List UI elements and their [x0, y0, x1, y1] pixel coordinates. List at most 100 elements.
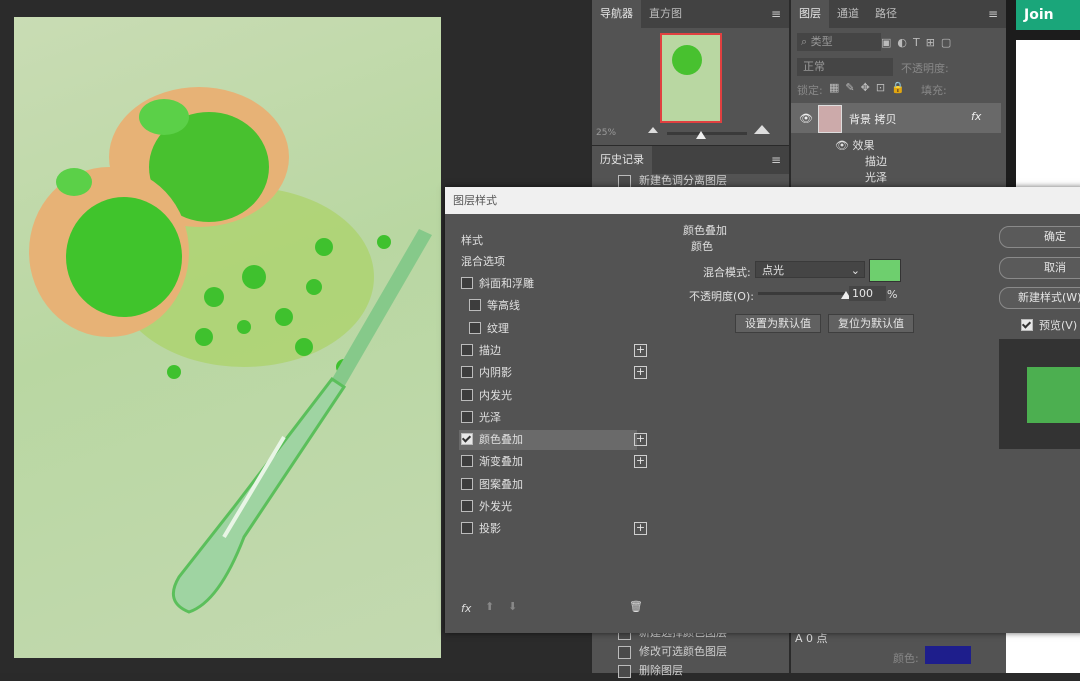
style-item[interactable]: 投影 +	[459, 519, 647, 539]
opacity-unit: %	[887, 288, 898, 301]
style-item[interactable]: 光泽	[459, 408, 637, 428]
tab-histogram[interactable]: 直方图	[641, 0, 690, 28]
browser-content	[1016, 40, 1080, 190]
fx-badge[interactable]: fx	[971, 110, 981, 123]
layer-filter[interactable]: ⌕ 类型	[797, 33, 881, 51]
tab-layers[interactable]: 图层	[791, 0, 829, 28]
opacity-input[interactable]: 100	[849, 286, 886, 301]
style-item[interactable]: 颜色叠加 +	[459, 430, 647, 451]
style-checkbox[interactable]	[461, 477, 473, 490]
style-checkbox[interactable]	[461, 433, 473, 446]
history-item[interactable]: 删除图层	[592, 661, 792, 681]
move-down-icon[interactable]: ⬇	[508, 600, 517, 613]
eye-icon[interactable]: 👁	[799, 112, 813, 125]
tab-history[interactable]: 历史记录	[592, 146, 652, 174]
document-icon	[618, 664, 631, 678]
history-menu-icon[interactable]: ≡	[771, 153, 781, 167]
style-item[interactable]: 图案叠加	[459, 475, 637, 495]
layer-thumbnail	[818, 105, 842, 133]
reset-default-button[interactable]: 复位为默认值	[828, 314, 914, 333]
layer-name[interactable]: 背景 拷贝	[849, 111, 897, 127]
style-checkbox[interactable]	[461, 388, 473, 401]
section-subtitle: 颜色	[691, 240, 713, 253]
panel-menu-icon[interactable]: ≡	[771, 7, 781, 21]
layer-effect-stroke[interactable]: 描边	[865, 153, 887, 169]
styles-header[interactable]: 样式	[461, 232, 483, 248]
style-checkbox[interactable]	[469, 299, 481, 312]
style-checkbox[interactable]	[461, 410, 473, 423]
layers-menu-icon[interactable]: ≡	[988, 7, 998, 21]
add-effect-icon[interactable]: +	[634, 433, 647, 447]
text-color-swatch[interactable]	[925, 646, 971, 664]
blend-mode-select[interactable]: 正常	[797, 58, 893, 76]
layer-effects-row[interactable]: 👁 效果	[835, 137, 874, 153]
style-label: 外发光	[479, 500, 512, 513]
set-default-button[interactable]: 设置为默认值	[735, 314, 821, 333]
zoom-out-icon[interactable]	[648, 127, 658, 133]
new-style-button[interactable]: 新建样式(W)...	[999, 287, 1080, 309]
tab-channels[interactable]: 通道	[829, 0, 867, 28]
document-icon	[618, 645, 631, 659]
style-item[interactable]: 等高线	[459, 296, 637, 316]
fx-menu-button[interactable]: fx	[461, 602, 471, 615]
zoom-in-icon[interactable]	[754, 125, 770, 134]
photo-image	[14, 17, 441, 658]
style-checkbox[interactable]	[461, 455, 473, 468]
add-effect-icon[interactable]: +	[634, 343, 647, 357]
style-label: 斜面和浮雕	[479, 277, 534, 290]
dialog-title: 图层样式	[445, 187, 1080, 214]
style-item[interactable]: 纹理	[459, 319, 637, 339]
zoom-slider-thumb[interactable]	[696, 131, 706, 139]
overlay-blend-select[interactable]: 点光 ⌄	[755, 261, 865, 278]
ok-button[interactable]: 确定	[999, 226, 1080, 248]
section-title: 颜色叠加	[683, 224, 727, 237]
move-up-icon[interactable]: ⬆	[485, 600, 494, 613]
style-item[interactable]: 内发光	[459, 386, 637, 406]
tab-paths[interactable]: 路径	[867, 0, 905, 28]
lock-icons[interactable]: ▦✎✥⊡🔒	[829, 81, 911, 94]
zoom-slider[interactable]	[667, 132, 747, 135]
style-preview-swatch	[1027, 367, 1080, 423]
navigator-panel: 导航器 直方图 ≡ 25%	[592, 0, 789, 145]
preview-checkbox[interactable]: 预览(V)	[1021, 317, 1077, 333]
style-checkbox[interactable]	[469, 321, 481, 334]
history-item[interactable]: 修改可选颜色图层	[592, 642, 792, 662]
layer-filter-icons[interactable]: ▣◐T⊞▢	[881, 36, 957, 49]
blending-options-item[interactable]: 混合选项	[461, 253, 505, 269]
join-button[interactable]: Join	[1016, 0, 1080, 30]
style-checkbox[interactable]	[461, 343, 473, 356]
opacity-label: 不透明度(O):	[689, 290, 754, 303]
style-label: 描边	[479, 343, 501, 357]
opacity-slider[interactable]	[758, 291, 851, 299]
add-effect-icon[interactable]: +	[634, 522, 647, 536]
fill-label: 填充:	[921, 84, 947, 97]
style-item[interactable]: 外发光	[459, 497, 637, 517]
style-item[interactable]: 描边 +	[459, 341, 647, 361]
style-label: 投影	[479, 522, 501, 536]
add-effect-icon[interactable]: +	[634, 455, 647, 469]
style-label: 等高线	[487, 299, 520, 313]
style-checkbox[interactable]	[461, 500, 473, 512]
trash-icon[interactable]: 🗑	[629, 600, 643, 613]
preview-check-icon	[1021, 319, 1033, 331]
tab-navigator[interactable]: 导航器	[592, 0, 641, 28]
styles-list: 样式 混合选项 斜面和浮雕等高线纹理描边 + 内阴影 + 内发光 光泽 颜色叠加 + 渐变叠加 +…	[453, 224, 647, 630]
style-checkbox[interactable]	[461, 522, 473, 535]
style-item[interactable]: 渐变叠加 +	[459, 452, 647, 472]
style-label: 内阴影	[479, 366, 512, 380]
style-item[interactable]: 斜面和浮雕	[459, 274, 637, 294]
style-item[interactable]: 内阴影 +	[459, 363, 647, 383]
overlay-color-swatch[interactable]	[869, 259, 901, 282]
style-label: 渐变叠加	[479, 455, 523, 469]
layer-row[interactable]: 👁 背景 拷贝 fx	[791, 103, 1001, 133]
cancel-button[interactable]: 取消	[999, 257, 1080, 279]
layer-effect-satin[interactable]: 光泽	[865, 169, 887, 185]
style-checkbox[interactable]	[461, 366, 473, 379]
browser-content-bottom	[1006, 633, 1080, 673]
zoom-value[interactable]: 25%	[596, 128, 616, 138]
add-effect-icon[interactable]: +	[634, 366, 647, 380]
layer-opacity-label: 不透明度:	[901, 62, 949, 75]
style-label: 图案叠加	[479, 477, 523, 491]
style-checkbox[interactable]	[461, 277, 473, 289]
navigator-thumbnail[interactable]	[660, 33, 722, 123]
